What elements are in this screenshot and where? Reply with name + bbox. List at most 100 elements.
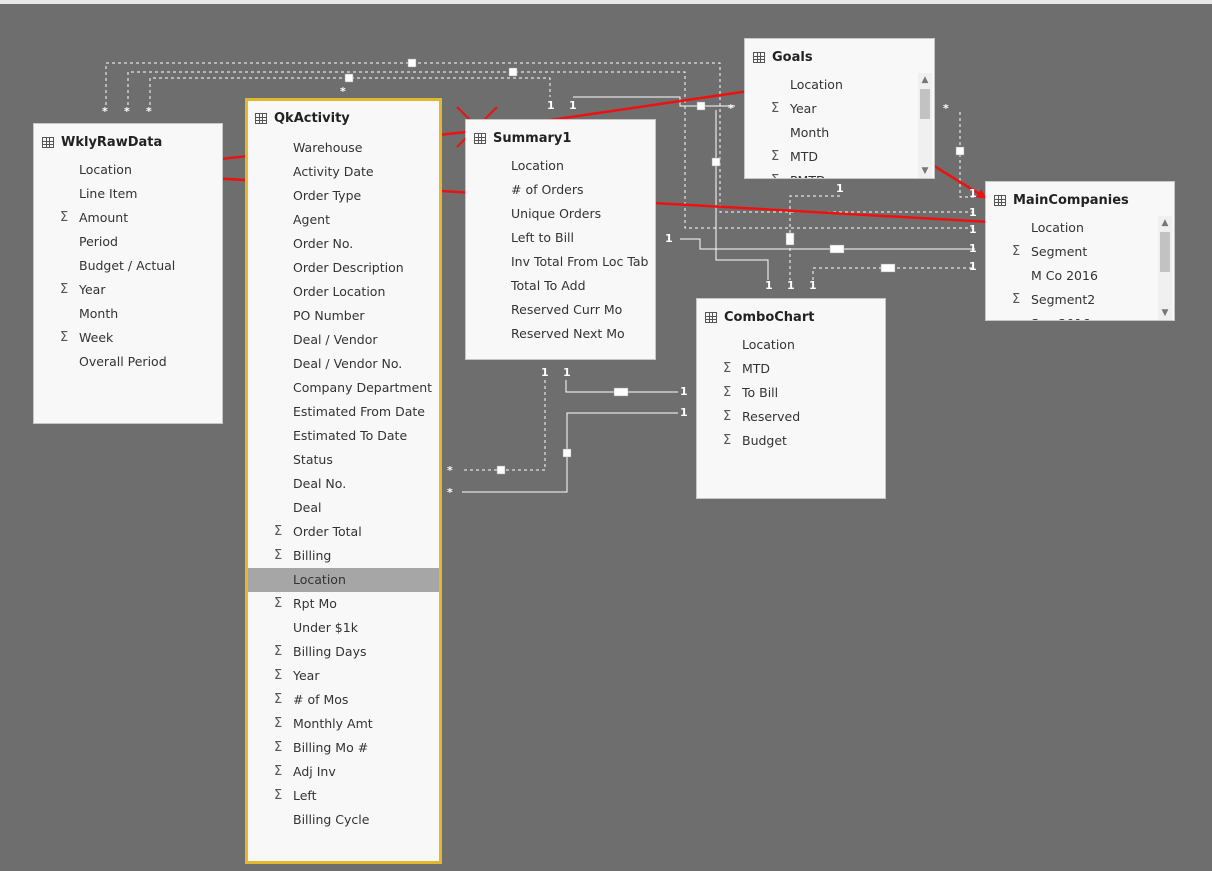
field-row[interactable]: Overall Period (34, 350, 222, 374)
field-row[interactable]: Location (745, 73, 934, 97)
field-row[interactable]: Σ Year (745, 97, 934, 121)
vertical-scrollbar[interactable]: ▲ ▼ (918, 73, 932, 178)
field-name: MTD (790, 149, 819, 164)
field-row[interactable]: Σ Year (248, 664, 439, 688)
field-row[interactable]: Order Description (248, 256, 439, 280)
vertical-scrollbar[interactable]: ▲ ▼ (1158, 216, 1172, 320)
field-row[interactable]: Σ Billing Mo # (248, 736, 439, 760)
field-row[interactable]: Estimated To Date (248, 424, 439, 448)
table-card-maincompanies[interactable]: MainCompanies Location Σ Segment M Co 2016 Σ… (985, 181, 1175, 321)
field-row[interactable]: Period (34, 230, 222, 254)
table-card-summary1[interactable]: Summary1 Location # of Orders Unique Order… (465, 119, 656, 360)
scroll-up-icon[interactable]: ▲ (1158, 216, 1172, 230)
field-name: Deal / Vendor No. (293, 356, 403, 371)
field-row[interactable]: Σ MTD (745, 145, 934, 169)
field-row[interactable]: Estimated From Date (248, 400, 439, 424)
field-row[interactable]: Σ Rpt Mo (248, 592, 439, 616)
field-name: # of Mos (293, 692, 349, 707)
scroll-up-icon[interactable]: ▲ (918, 73, 932, 87)
field-row[interactable]: Order Location (248, 280, 439, 304)
field-row[interactable]: Month (745, 121, 934, 145)
scroll-thumb[interactable] (1160, 232, 1170, 272)
field-name: Estimated To Date (293, 428, 408, 443)
field-row[interactable]: Σ Year (34, 278, 222, 302)
sigma-icon: Σ (60, 330, 69, 345)
field-name: Estimated From Date (293, 404, 425, 419)
field-row[interactable]: Month (34, 302, 222, 326)
field-row[interactable]: Location (34, 158, 222, 182)
field-row[interactable]: Σ Segment (986, 240, 1174, 264)
field-name: Seg 2016 (1031, 312, 1090, 320)
field-row[interactable]: M Co 2016 (986, 264, 1174, 288)
field-row[interactable]: Σ # of Mos (248, 688, 439, 712)
field-list: Location Σ Segment M Co 2016 Σ Segment2 Seg 20… (986, 216, 1174, 320)
field-row[interactable]: Budget / Actual (34, 254, 222, 278)
field-row[interactable]: Σ Left (248, 784, 439, 808)
field-row[interactable]: Line Item (34, 182, 222, 206)
field-row[interactable]: Reserved Curr Mo (466, 298, 655, 322)
field-row[interactable]: Σ Billing (248, 544, 439, 568)
field-row[interactable]: Under $1k (248, 616, 439, 640)
field-row[interactable]: # of Orders (466, 178, 655, 202)
sigma-icon: Σ (723, 361, 732, 376)
field-row[interactable]: Σ MTD (697, 357, 885, 381)
field-row[interactable]: Company Department (248, 376, 439, 400)
table-card-wklyrawdata[interactable]: WklyRawData Location Line Item Σ Amount Peri… (33, 123, 223, 424)
field-row[interactable]: Inv Total From Loc Tab (466, 250, 655, 274)
scroll-thumb[interactable] (920, 89, 930, 119)
field-row[interactable]: Activity Date (248, 160, 439, 184)
field-row[interactable]: Location (248, 568, 439, 592)
field-row[interactable]: Billing Cycle (248, 808, 439, 832)
field-row[interactable]: Reserved Next Mo (466, 322, 655, 346)
table-card-qkactivity[interactable]: QkActivity Warehouse Activity Date Order T… (245, 98, 442, 864)
field-name: Total To Add (511, 278, 586, 293)
field-row[interactable]: Agent (248, 208, 439, 232)
field-name: Inv Total From Loc Tab (511, 254, 649, 269)
table-card-goals[interactable]: Goals Location Σ Year Month Σ MTD Σ PMTD ▲ ▼ (744, 38, 935, 179)
field-row[interactable]: PO Number (248, 304, 439, 328)
field-row[interactable]: Location (986, 216, 1174, 240)
scroll-down-icon[interactable]: ▼ (1158, 306, 1172, 320)
field-row[interactable]: Unique Orders (466, 202, 655, 226)
field-row[interactable]: Σ Segment2 (986, 288, 1174, 312)
field-row[interactable]: Warehouse (248, 136, 439, 160)
field-row[interactable]: Σ PMTD (745, 169, 934, 178)
relationship-line[interactable] (789, 195, 840, 280)
sigma-icon: Σ (60, 210, 69, 225)
field-row[interactable]: Left to Bill (466, 226, 655, 250)
field-row[interactable]: Status (248, 448, 439, 472)
field-name: Activity Date (293, 164, 374, 179)
field-row[interactable]: Deal / Vendor No. (248, 352, 439, 376)
field-name: To Bill (742, 385, 779, 400)
field-row[interactable]: Σ Billing Days (248, 640, 439, 664)
table-card-combochart[interactable]: ComboChart Location Σ MTD Σ To Bill Σ Reserved… (696, 298, 886, 499)
field-row[interactable]: Σ Budget (697, 429, 885, 453)
scroll-down-icon[interactable]: ▼ (918, 164, 932, 178)
field-row[interactable]: Deal No. (248, 472, 439, 496)
relationship-line[interactable] (462, 380, 546, 471)
direction-marker (880, 263, 896, 273)
field-name: Adj Inv (293, 764, 336, 779)
field-row[interactable]: Σ Amount (34, 206, 222, 230)
cardinality-one: 1 (787, 279, 795, 292)
field-row[interactable]: Σ To Bill (697, 381, 885, 405)
field-row[interactable]: Deal (248, 496, 439, 520)
field-row[interactable]: Total To Add (466, 274, 655, 298)
field-row[interactable]: Seg 2016 (986, 312, 1174, 320)
field-row[interactable]: Location (466, 154, 655, 178)
field-row[interactable]: Σ Reserved (697, 405, 885, 429)
field-row[interactable]: Σ Order Total (248, 520, 439, 544)
field-row[interactable]: Order No. (248, 232, 439, 256)
sigma-icon: Σ (274, 692, 283, 707)
field-row[interactable]: Location (697, 333, 885, 357)
cardinality-many: * (124, 105, 130, 118)
cardinality-one: 1 (563, 366, 571, 379)
field-row[interactable]: Deal / Vendor (248, 328, 439, 352)
relationship-line[interactable] (680, 238, 975, 250)
field-row[interactable]: Σ Week (34, 326, 222, 350)
field-row[interactable]: Σ Monthly Amt (248, 712, 439, 736)
field-row[interactable]: Σ Adj Inv (248, 760, 439, 784)
field-row[interactable]: Order Type (248, 184, 439, 208)
cardinality-one: 1 (665, 232, 673, 245)
table-title: WklyRawData (61, 134, 163, 150)
